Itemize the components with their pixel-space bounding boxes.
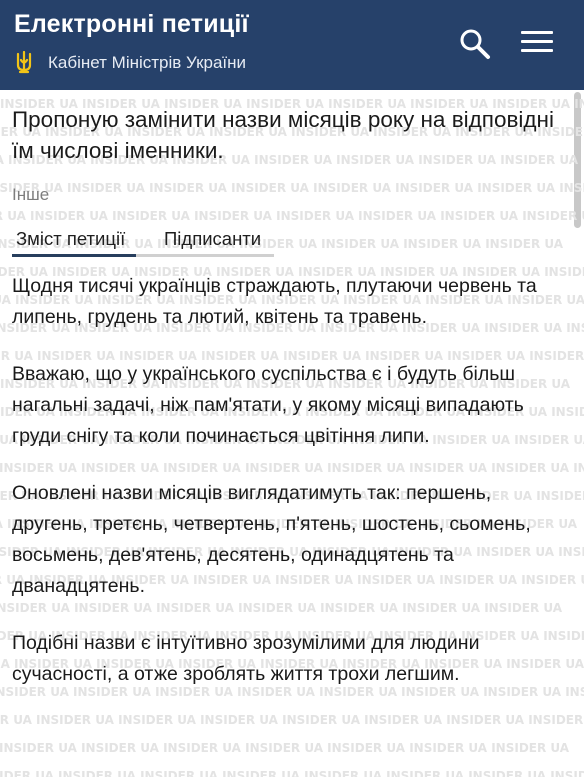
- ministry-name[interactable]: Кабінет Міністрів України: [48, 53, 246, 73]
- watermark-row: INSIDER UA INSIDER UA INSIDER UA INSIDER…: [0, 769, 584, 777]
- petition-title: Пропоную замінити назви місяців року на …: [12, 107, 554, 163]
- menu-bar-icon: [521, 49, 553, 52]
- body-paragraph: Щодня тисячі українців страждають, плута…: [12, 275, 537, 328]
- tab-content[interactable]: Зміст петиції: [12, 223, 136, 254]
- app-title[interactable]: Електронні петиції: [14, 10, 249, 39]
- body-paragraph: Подібні назви є інтуїтивно зрозумілими д…: [12, 632, 480, 685]
- active-tab-indicator: [12, 254, 136, 257]
- petition-tabs: Зміст петиції Підписанти: [12, 223, 274, 257]
- trident-emblem-icon: [16, 51, 32, 74]
- hamburger-menu-button[interactable]: [521, 31, 553, 57]
- search-button[interactable]: [458, 27, 492, 61]
- app-header: Електронні петиції Кабінет Міністрів Укр…: [0, 0, 584, 90]
- scrollbar[interactable]: [574, 92, 581, 228]
- watermark-row: INSIDER UA INSIDER UA INSIDER UA INSIDER…: [0, 741, 570, 755]
- petition-category: Інше: [12, 185, 50, 204]
- petition-body: Щодня тисячі українців страждають, плута…: [12, 271, 572, 690]
- menu-bar-icon: [521, 40, 553, 43]
- tab-signers[interactable]: Підписанти: [136, 223, 261, 254]
- menu-bar-icon: [521, 31, 553, 34]
- body-paragraph: Вважаю, що у українського суспільства є …: [12, 363, 524, 447]
- petition-content: Пропоную замінити назви місяців року на …: [12, 104, 572, 716]
- ministry-row: Кабінет Міністрів України: [14, 50, 246, 76]
- body-paragraph: Оновлені назви місяців виглядатимуть так…: [12, 482, 531, 597]
- search-icon: [460, 29, 490, 59]
